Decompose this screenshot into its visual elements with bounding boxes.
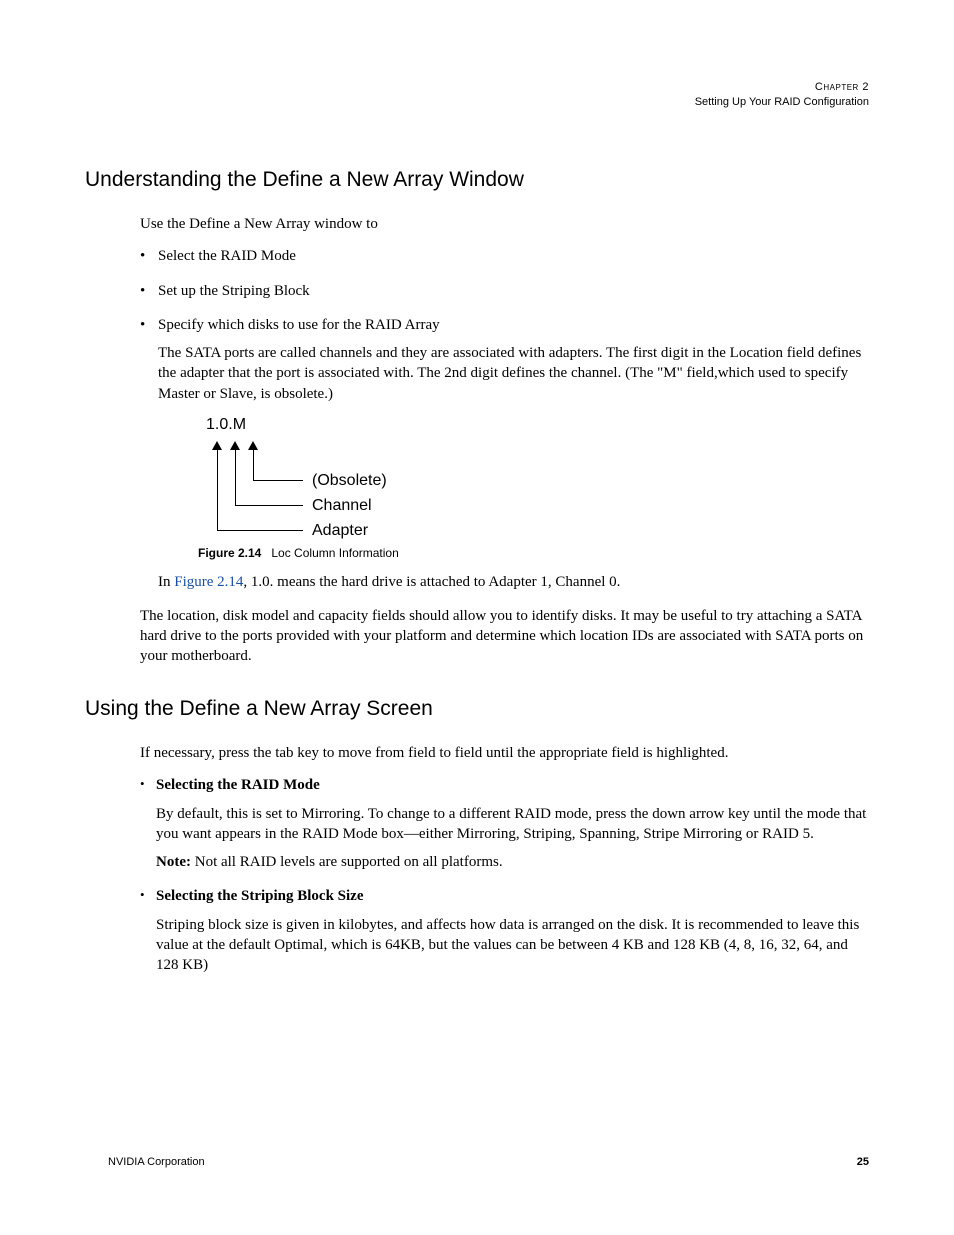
note-label: Note: [156,854,191,870]
note-text: Not all RAID levels are supported on all… [191,854,503,870]
bullet-text: Select the RAID Mode [158,248,296,264]
footer-company: NVIDIA Corporation [108,1155,205,1170]
list-item: Selecting the Striping Block Size Stripi… [140,886,869,975]
item-note: Note: Not all RAID levels are supported … [156,852,869,872]
figure-followup: In Figure 2.14, 1.0. means the hard driv… [158,572,869,592]
bullet-subtext: The SATA ports are called channels and t… [158,343,869,404]
item-body: By default, this is set to Mirroring. To… [156,804,869,845]
page-number: 25 [857,1155,869,1170]
list-item: Selecting the RAID Mode By default, this… [140,775,869,872]
figure-crossref[interactable]: Figure 2.14 [174,574,243,590]
bullet-text: Specify which disks to use for the RAID … [158,317,440,333]
item-title: Selecting the RAID Mode [156,777,320,793]
figure-caption-text: Loc Column Information [271,546,398,560]
list-item: Specify which disks to use for the RAID … [140,315,869,592]
running-header: Chapter 2 Setting Up Your RAID Configura… [85,80,869,111]
chapter-label: Chapter 2 [85,80,869,95]
section1-body: Use the Define a New Array window to Sel… [140,214,869,667]
list-item: Select the RAID Mode [140,246,869,266]
section2-body: If necessary, press the tab key to move … [140,743,869,975]
figure-number: Figure 2.14 [198,546,261,560]
closing-paragraph: The location, disk model and capacity fi… [140,606,869,667]
bullet-list: Select the RAID Mode Set up the Striping… [140,246,869,592]
bullet-text: Set up the Striping Block [158,283,310,299]
intro-text: Use the Define a New Array window to [140,214,869,234]
chapter-title: Setting Up Your RAID Configuration [85,95,869,110]
page-footer: NVIDIA Corporation 25 [108,1155,869,1170]
section-heading-using: Using the Define a New Array Screen [85,695,869,723]
figure-code: 1.0.M [206,414,869,436]
legend-obsolete: (Obsolete) [312,470,387,492]
bullet-list-2: Selecting the RAID Mode By default, this… [140,775,869,975]
legend-channel: Channel [312,495,372,517]
figure-loc-column: 1.0.M [178,414,869,538]
figure-diagram: (Obsolete) Channel Adapter [184,437,869,537]
intro-text-2: If necessary, press the tab key to move … [140,743,869,763]
figure-caption: Figure 2.14 Loc Column Information [198,545,869,561]
item-body: Striping block size is given in kilobyte… [156,915,869,976]
section-heading-understanding: Understanding the Define a New Array Win… [85,166,869,194]
list-item: Set up the Striping Block [140,281,869,301]
legend-adapter: Adapter [312,520,368,542]
page: Chapter 2 Setting Up Your RAID Configura… [0,0,954,1235]
item-title: Selecting the Striping Block Size [156,888,364,904]
